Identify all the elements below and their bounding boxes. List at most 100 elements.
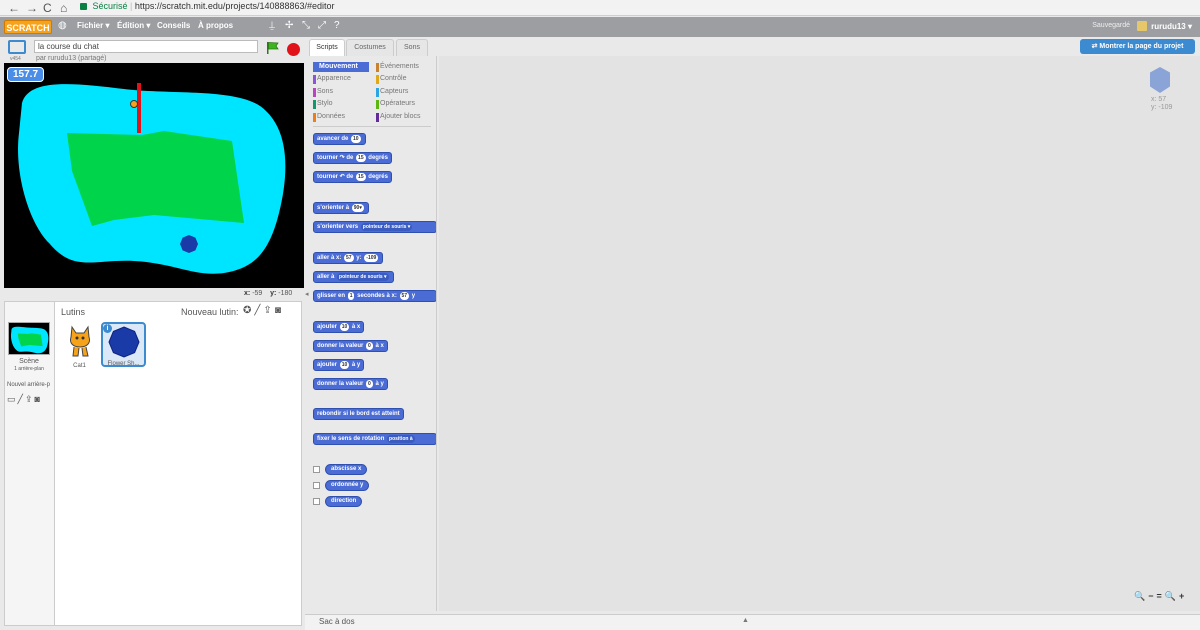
category-motion[interactable]: Mouvement — [313, 62, 369, 72]
category-operators[interactable]: Opérateurs — [376, 99, 415, 109]
home-icon[interactable]: ⌂ — [60, 1, 67, 15]
block-turn-right[interactable]: tourner ↷ de 15 degrés — [313, 152, 392, 164]
block-set-y[interactable]: donner la valeur 0 à y — [313, 378, 388, 390]
version-label: v454 — [10, 56, 21, 62]
sprite-x-readout: x: 57 — [1151, 96, 1167, 103]
category-looks[interactable]: Apparence — [313, 74, 351, 84]
backpack-bar[interactable]: Sac à dos ▲ — [305, 614, 1200, 630]
menu-file[interactable]: Fichier ▾ — [77, 21, 109, 30]
cut-icon[interactable]: ✢ — [285, 20, 293, 31]
tab-costumes[interactable]: Costumes — [346, 39, 394, 56]
scratch-logo[interactable]: SCRATCH — [4, 20, 52, 34]
zoom-in-icon[interactable]: 🔍+ — [1165, 591, 1187, 601]
category-sensing[interactable]: Capteurs — [376, 87, 408, 97]
zoom-controls: 🔍−=🔍+ — [1134, 591, 1187, 602]
sprite-thumb-cat[interactable]: Cat1 — [57, 322, 102, 369]
sprite-name: Cat1 — [73, 363, 86, 369]
flower-shape-sprite[interactable] — [180, 235, 198, 253]
duplicate-icon[interactable]: ⍊ — [269, 20, 275, 31]
scene-thumbnail[interactable] — [8, 322, 50, 355]
reporter-direction[interactable]: direction — [325, 496, 363, 507]
camera-icon[interactable]: ◙ — [34, 394, 41, 404]
sprite-y-readout: y: -109 — [1151, 104, 1173, 111]
category-data[interactable]: Données — [313, 112, 345, 122]
block-goto[interactable]: aller à pointeur de souris ▾ — [313, 271, 394, 283]
back-icon[interactable]: ← — [8, 1, 20, 15]
reload-icon[interactable]: C — [43, 1, 52, 15]
category-sound[interactable]: Sons — [313, 87, 333, 97]
block-turn-left[interactable]: tourner ↶ de 15 degrés — [313, 171, 392, 183]
y-label: y: — [270, 290, 277, 297]
reporter-y-position[interactable]: ordonnée y — [325, 480, 370, 491]
camera-sprite-icon[interactable]: ◙ — [275, 305, 284, 316]
block-goto-xy[interactable]: aller à x: 57 y: -109 — [313, 252, 384, 264]
block-change-x[interactable]: ajouter 10 à x — [313, 321, 365, 333]
tab-sounds[interactable]: Sons — [396, 39, 428, 56]
stop-icon[interactable] — [287, 43, 300, 56]
sprites-header: Lutins — [61, 307, 86, 317]
block-move[interactable]: avancer de 10 — [313, 133, 366, 145]
new-backdrop-label: Nouvel arrière-p — [7, 382, 51, 388]
username: rurudu13 ▾ — [1151, 22, 1192, 31]
checkbox-x-position[interactable] — [313, 466, 320, 473]
zoom-out-icon[interactable]: 🔍− — [1134, 591, 1156, 601]
block-change-y[interactable]: ajouter 10 à y — [313, 359, 365, 371]
sprite-thumb-flower-shape[interactable]: i Flower Sh... — [101, 322, 146, 367]
expand-arrow-icon[interactable]: ▲ — [742, 617, 749, 624]
menu-about[interactable]: À propos — [198, 21, 233, 30]
new-sprite-label: Nouveau lutin: — [181, 307, 239, 317]
brush-icon[interactable]: ╱ — [18, 394, 25, 404]
category-separator — [313, 126, 431, 127]
globe-icon[interactable]: ◍ — [58, 20, 67, 31]
stage[interactable]: 157.7 — [4, 63, 304, 288]
cat-sprite[interactable] — [129, 99, 139, 109]
project-title-input[interactable]: la course du chat — [34, 40, 258, 53]
octagon-icon — [107, 326, 140, 358]
timer-monitor[interactable]: 157.7 — [7, 67, 45, 82]
category-pen[interactable]: Stylo — [313, 99, 333, 109]
tab-scripts[interactable]: Scripts — [309, 39, 345, 56]
scene-label: Scène — [19, 358, 39, 365]
lock-icon — [80, 3, 87, 10]
new-sprite-tools: ✪╱⇪◙ — [243, 305, 284, 316]
menu-tips[interactable]: Conseils — [157, 21, 190, 30]
new-backdrop-tools: ▭╱⇪◙ — [7, 394, 42, 405]
collapse-arrow-icon[interactable]: ◂ — [305, 290, 309, 298]
x-value: -59 — [252, 290, 263, 297]
block-rotation-style[interactable]: fixer le sens de rotation position à — [313, 433, 436, 445]
block-point-direction[interactable]: s'orienter à 90▾ — [313, 202, 369, 214]
reporter-x-position[interactable]: abscisse x — [325, 464, 368, 475]
user-menu[interactable]: rurudu13 ▾ — [1137, 21, 1192, 31]
fullscreen-icon[interactable] — [8, 40, 26, 54]
block-bounce[interactable]: rebondir si le bord est atteint — [313, 408, 404, 420]
upload-sprite-icon[interactable]: ⇪ — [263, 305, 274, 316]
forward-icon[interactable]: → — [26, 1, 38, 15]
checkbox-direction[interactable] — [313, 498, 320, 505]
category-more-blocks[interactable]: Ajouter blocs — [376, 112, 420, 122]
menu-edit[interactable]: Édition ▾ — [117, 21, 150, 30]
backpack-label: Sac à dos — [319, 617, 355, 626]
info-icon[interactable]: i — [103, 324, 112, 333]
checkbox-y-position[interactable] — [313, 482, 320, 489]
saved-status: Sauvegardé — [1092, 22, 1130, 29]
sprite-position-readout: x: 57 y: -109 — [1151, 96, 1172, 112]
grow-icon[interactable]: ⤡ — [302, 20, 310, 31]
see-project-page-button[interactable]: ⇄ Montrer la page du projet — [1080, 39, 1195, 54]
address-bar[interactable]: Sécurisé | https://scratch.mit.edu/proje… — [80, 1, 335, 11]
library-sprite-icon[interactable]: ✪ — [243, 305, 254, 316]
category-control[interactable]: Contrôle — [376, 74, 406, 84]
scene-column: Scène 1 arrière-plan Nouvel arrière-p ▭╱… — [5, 302, 55, 625]
shrink-icon[interactable]: ⤢ — [318, 20, 326, 31]
menu-bar: SCRATCH ◍ Fichier ▾ Édition ▾ Conseils À… — [0, 17, 1200, 37]
block-glide[interactable]: glisser en 1 secondes à x: 57 y — [313, 290, 436, 302]
mouse-coordinates: x: -59 y: -180 — [244, 290, 292, 297]
category-events[interactable]: Événements — [376, 62, 419, 72]
block-point-towards[interactable]: s'orienter vers pointeur de souris ▾ — [313, 221, 436, 233]
x-label: x: — [244, 290, 251, 297]
scripts-area[interactable] — [439, 56, 1200, 611]
block-set-x[interactable]: donner la valeur 0 à x — [313, 340, 388, 352]
help-icon[interactable]: ? — [334, 20, 340, 31]
green-flag-icon[interactable] — [266, 41, 280, 55]
zoom-reset-icon[interactable]: = — [1156, 591, 1164, 601]
paint-backdrop-icon[interactable]: ▭ — [7, 394, 18, 404]
